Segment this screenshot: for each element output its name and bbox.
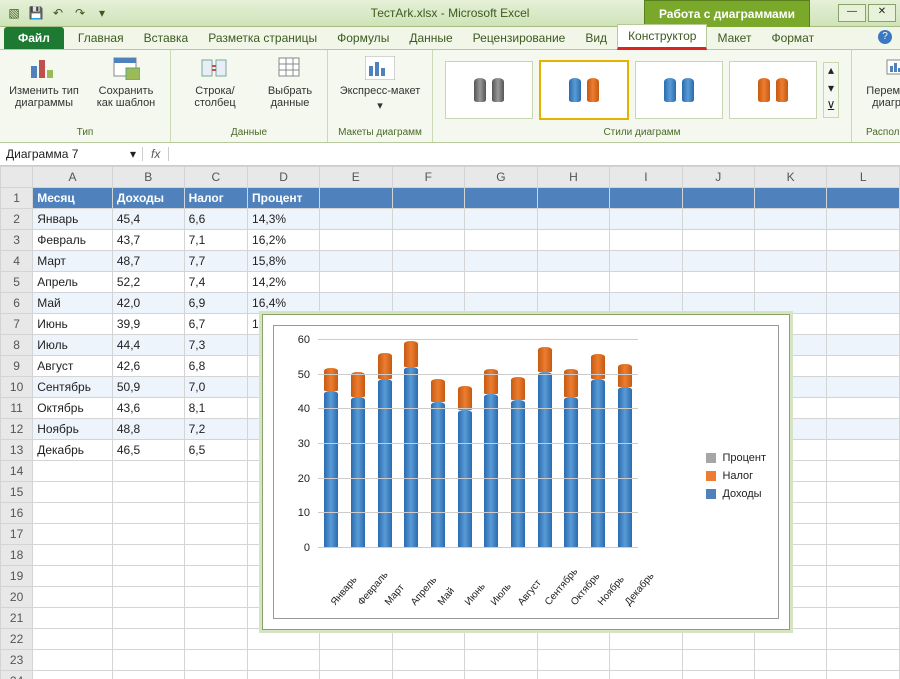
table-row[interactable]: 3Февраль43,77,116,2% bbox=[1, 230, 900, 251]
col-header[interactable]: J bbox=[682, 167, 754, 188]
select-data-icon bbox=[274, 54, 306, 82]
chart-type-icon bbox=[28, 54, 60, 82]
chart-style-4[interactable] bbox=[729, 61, 817, 119]
switch-row-column-button[interactable]: Строка/столбец bbox=[179, 54, 251, 109]
tab-home[interactable]: Главная bbox=[68, 27, 134, 49]
chart-legend[interactable]: Процент Налог Доходы bbox=[706, 446, 766, 506]
styles-more[interactable]: ⊻ bbox=[824, 99, 838, 117]
window-title: ТестArk.xlsx - Microsoft Excel bbox=[371, 6, 530, 20]
tab-data[interactable]: Данные bbox=[399, 27, 462, 49]
close-button[interactable]: ✕ bbox=[868, 4, 896, 22]
table-row[interactable]: 2Январь45,46,614,3% bbox=[1, 209, 900, 230]
fx-icon[interactable]: fх bbox=[143, 147, 169, 161]
chart-bars bbox=[318, 340, 638, 548]
col-header[interactable]: L bbox=[827, 167, 900, 188]
quick-access-toolbar: ▧ 💾 ↶ ↷ ▾ bbox=[0, 5, 116, 21]
tab-review[interactable]: Рецензирование bbox=[463, 27, 576, 49]
table-row[interactable]: 24 bbox=[1, 671, 900, 679]
chart-x-axis: ЯнварьФевральМартАпрельМайИюньИюльАвгуст… bbox=[318, 552, 638, 612]
redo-icon[interactable]: ↷ bbox=[72, 5, 88, 21]
switch-icon bbox=[199, 54, 231, 82]
save-as-template-button[interactable]: Сохранить как шаблон bbox=[90, 54, 162, 109]
chevron-down-icon[interactable]: ▾ bbox=[130, 147, 136, 161]
dropdown-icon: ▾ bbox=[377, 100, 383, 112]
styles-scroll-down[interactable]: ▾ bbox=[824, 81, 838, 99]
tab-page-layout[interactable]: Разметка страницы bbox=[198, 27, 327, 49]
table-row[interactable]: 5Апрель52,27,414,2% bbox=[1, 272, 900, 293]
name-box[interactable]: Диаграмма 7▾ bbox=[0, 147, 143, 161]
col-header[interactable]: K bbox=[754, 167, 827, 188]
title-bar: ▧ 💾 ↶ ↷ ▾ ТестArk.xlsx - Microsoft Excel… bbox=[0, 0, 900, 27]
ribbon: Изменить тип диаграммы Сохранить как шаб… bbox=[0, 50, 900, 143]
col-header[interactable]: I bbox=[610, 167, 682, 188]
template-icon bbox=[110, 54, 142, 82]
tab-insert[interactable]: Вставка bbox=[134, 27, 199, 49]
col-header[interactable]: C bbox=[184, 167, 247, 188]
move-chart-icon bbox=[884, 54, 900, 82]
styles-scroll-up[interactable]: ▴ bbox=[824, 63, 838, 81]
group-chart-layouts: Экспресс-макет ▾ Макеты диаграмм bbox=[328, 50, 433, 142]
group-location: Переместить диаграмму Расположение bbox=[852, 50, 900, 142]
select-all-cell[interactable] bbox=[1, 167, 33, 188]
select-data-button[interactable]: Выбрать данные bbox=[261, 54, 319, 109]
chart-plot-area[interactable]: 0102030405060 ЯнварьФевральМартАпрельМай… bbox=[273, 325, 779, 619]
col-header[interactable]: F bbox=[392, 167, 465, 188]
help-icon[interactable]: ? bbox=[878, 30, 892, 44]
chart-y-axis: 0102030405060 bbox=[274, 340, 314, 548]
minimize-button[interactable]: — bbox=[838, 4, 866, 22]
chart-style-1[interactable] bbox=[445, 61, 533, 119]
move-chart-button[interactable]: Переместить диаграмму bbox=[860, 54, 900, 109]
table-row[interactable]: 23 bbox=[1, 650, 900, 671]
col-header[interactable]: B bbox=[112, 167, 184, 188]
excel-icon: ▧ bbox=[6, 5, 22, 21]
chart-style-3[interactable] bbox=[635, 61, 723, 119]
tab-file[interactable]: Файл bbox=[4, 27, 64, 49]
chart-tools-contextual-tab: Работа с диаграммами bbox=[644, 0, 810, 27]
tab-chart-design[interactable]: Конструктор bbox=[617, 24, 707, 50]
change-chart-type-button[interactable]: Изменить тип диаграммы bbox=[8, 54, 80, 109]
col-header[interactable]: A bbox=[33, 167, 113, 188]
table-row[interactable]: 4Март48,77,715,8% bbox=[1, 251, 900, 272]
quick-layout-icon bbox=[364, 54, 396, 82]
table-row[interactable]: 6Май42,06,916,4% bbox=[1, 293, 900, 314]
col-header[interactable]: E bbox=[320, 167, 393, 188]
chart-style-2[interactable] bbox=[539, 60, 629, 120]
group-type: Изменить тип диаграммы Сохранить как шаб… bbox=[0, 50, 171, 142]
worksheet[interactable]: A B C D E F G H I J K L 1 МесяцДоходыНал… bbox=[0, 166, 900, 679]
group-chart-styles: ▴ ▾ ⊻ Стили диаграмм bbox=[433, 50, 852, 142]
undo-icon[interactable]: ↶ bbox=[50, 5, 66, 21]
tab-chart-layout[interactable]: Макет bbox=[707, 27, 761, 49]
col-header[interactable]: H bbox=[537, 167, 610, 188]
group-data: Строка/столбец Выбрать данные Данные bbox=[171, 50, 328, 142]
ribbon-tabs: Файл Главная Вставка Разметка страницы Ф… bbox=[0, 27, 900, 50]
tab-chart-format[interactable]: Формат bbox=[761, 27, 824, 49]
formula-bar: Диаграмма 7▾ fх bbox=[0, 143, 900, 166]
col-header[interactable]: D bbox=[248, 167, 320, 188]
tab-view[interactable]: Вид bbox=[575, 27, 617, 49]
table-header-row[interactable]: 1 МесяцДоходыНалогПроцент bbox=[1, 188, 900, 209]
save-icon[interactable]: 💾 bbox=[28, 5, 44, 21]
col-header[interactable]: G bbox=[465, 167, 538, 188]
quick-layout-button[interactable]: Экспресс-макет ▾ bbox=[336, 54, 424, 112]
embedded-chart[interactable]: 0102030405060 ЯнварьФевральМартАпрельМай… bbox=[262, 314, 790, 630]
tab-formulas[interactable]: Формулы bbox=[327, 27, 399, 49]
qat-more-icon[interactable]: ▾ bbox=[94, 5, 110, 21]
